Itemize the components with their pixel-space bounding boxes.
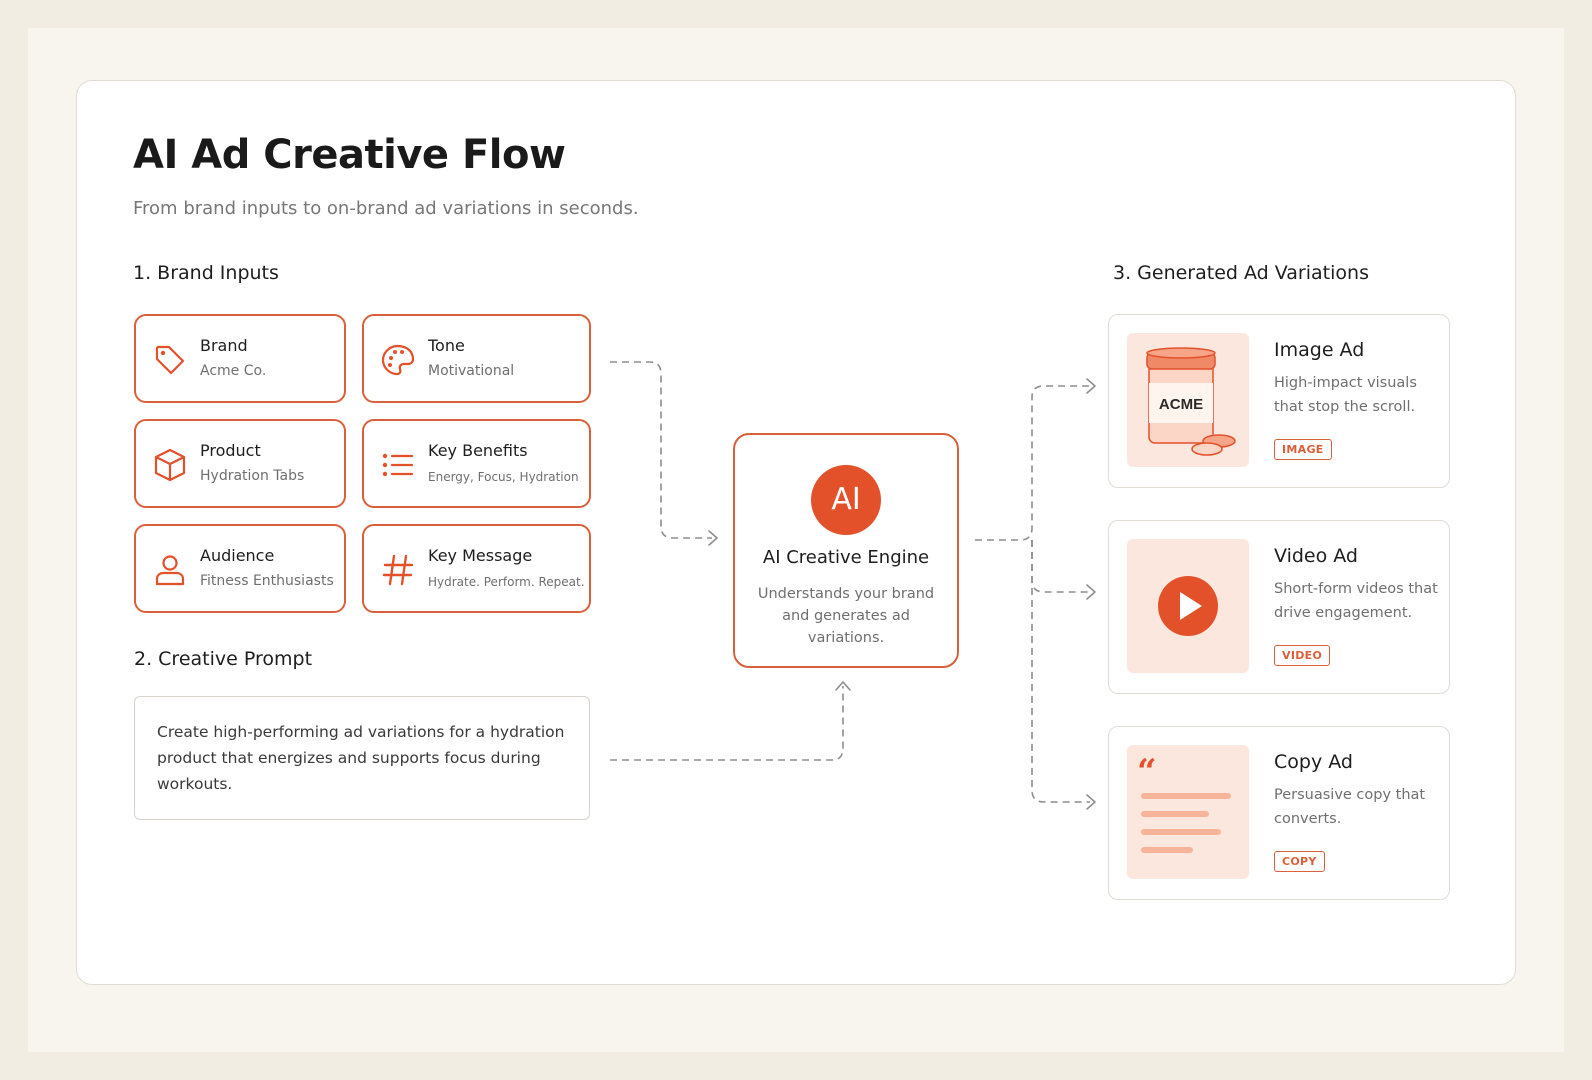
output-description: Persuasive copy that converts. xyxy=(1274,787,1426,827)
output-title: Video Ad xyxy=(1274,545,1358,567)
output-description: Short-form videos that drive engagement. xyxy=(1274,581,1438,621)
input-card-key-message: Key Message Hydrate. Perform. Repeat. xyxy=(362,524,591,613)
input-card-key-benefits: Key Benefits Energy, Focus, Hydration xyxy=(362,419,591,508)
list-icon xyxy=(382,453,414,477)
input-label: Tone xyxy=(428,336,465,355)
video-ad-thumbnail xyxy=(1127,539,1249,673)
input-label: Key Benefits xyxy=(428,441,528,460)
input-value: Acme Co. xyxy=(200,363,267,379)
input-value: Motivational xyxy=(428,363,515,379)
input-card-audience: Audience Fitness Enthusiasts xyxy=(134,524,346,613)
hash-icon xyxy=(382,554,414,586)
ai-badge-icon: AI xyxy=(811,465,881,535)
quote-text-icon: “ xyxy=(1137,752,1231,853)
ai-engine-node: AI AI Creative Engine Understands your b… xyxy=(733,433,959,668)
product-jar-icon: ACME xyxy=(1146,347,1236,456)
input-label: Key Message xyxy=(428,546,533,565)
engine-title: AI Creative Engine xyxy=(762,547,930,568)
engine-description: Understands your brand and generates ad … xyxy=(757,586,935,646)
output-card-image-ad: ACME Image Ad High-impact visuals that s… xyxy=(1108,314,1450,488)
svg-text:“: “ xyxy=(1137,752,1157,792)
input-value: Hydration Tabs xyxy=(200,468,305,484)
copy-ad-thumbnail: “ xyxy=(1127,745,1249,879)
input-card-product: Product Hydration Tabs xyxy=(134,419,346,508)
output-type-badge: VIDEO xyxy=(1274,645,1331,666)
image-ad-thumbnail: ACME xyxy=(1127,333,1249,467)
input-value: Hydrate. Perform. Repeat. xyxy=(428,575,585,589)
input-value: Fitness Enthusiasts xyxy=(200,573,334,589)
output-type-badge: IMAGE xyxy=(1274,439,1332,460)
input-label: Audience xyxy=(200,546,275,565)
output-card-copy-ad: “ Copy Ad Persuasive copy that converts.… xyxy=(1108,726,1450,900)
arrow-head-icon xyxy=(1086,584,1096,600)
box-icon xyxy=(154,448,186,482)
creative-prompt-box: Create high-performing ad variations for… xyxy=(134,696,590,820)
input-card-brand: Brand Acme Co. xyxy=(134,314,346,403)
prompt-text: Create high-performing ad variations for… xyxy=(157,723,565,793)
play-icon xyxy=(1158,576,1218,636)
output-type-badge: COPY xyxy=(1274,851,1325,872)
palette-icon xyxy=(381,344,415,376)
jar-label: ACME xyxy=(1159,396,1203,413)
output-title: Image Ad xyxy=(1274,339,1365,361)
input-label: Brand xyxy=(200,336,248,355)
person-icon xyxy=(155,555,185,586)
tag-icon xyxy=(155,345,185,375)
output-card-video-ad: Video Ad Short-form videos that drive en… xyxy=(1108,520,1450,694)
output-description: High-impact visuals that stop the scroll… xyxy=(1274,375,1417,415)
input-value: Energy, Focus, Hydration xyxy=(428,470,579,484)
input-card-tone: Tone Motivational xyxy=(362,314,591,403)
output-title: Copy Ad xyxy=(1274,751,1353,773)
input-label: Product xyxy=(200,441,261,460)
